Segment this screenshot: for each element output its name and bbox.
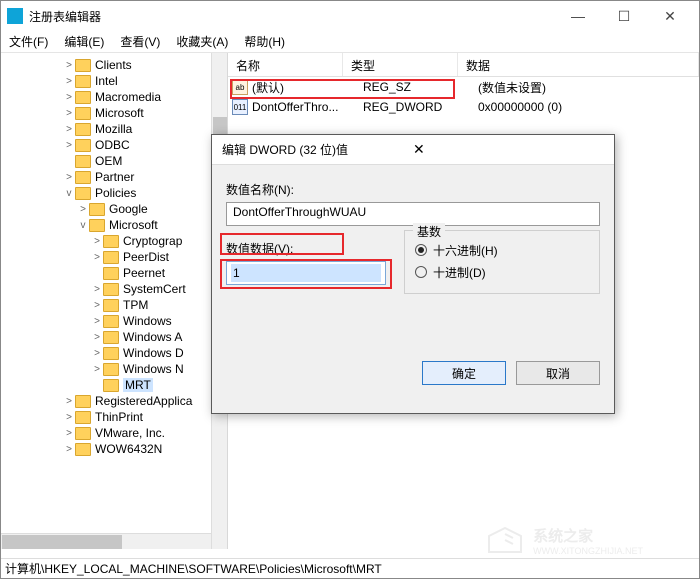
- app-icon: [7, 8, 23, 24]
- folder-icon: [75, 443, 91, 456]
- folder-icon: [75, 123, 91, 136]
- folder-icon: [103, 315, 119, 328]
- radio-dec-icon: [415, 266, 427, 278]
- column-data[interactable]: 数据: [458, 53, 699, 76]
- folder-icon: [103, 363, 119, 376]
- tree-item[interactable]: >ODBC: [1, 137, 227, 153]
- dialog-close-button[interactable]: ✕: [413, 141, 604, 158]
- data-field-wrap: [226, 261, 386, 285]
- tree-item[interactable]: Peernet: [1, 265, 227, 281]
- string-icon: ab: [232, 79, 248, 95]
- value-row[interactable]: 011DontOfferThro...REG_DWORD0x00000000 (…: [228, 97, 699, 117]
- binary-icon: 011: [232, 99, 248, 115]
- tree-item[interactable]: vPolicies: [1, 185, 227, 201]
- ok-button[interactable]: 确定: [422, 361, 506, 385]
- close-button[interactable]: ✕: [647, 1, 693, 31]
- folder-icon: [89, 203, 105, 216]
- folder-icon: [103, 379, 119, 392]
- folder-icon: [103, 331, 119, 344]
- name-label: 数值名称(N):: [226, 181, 600, 198]
- tree-item[interactable]: >Google: [1, 201, 227, 217]
- tree-scrollbar-h[interactable]: [1, 533, 211, 549]
- folder-icon: [103, 283, 119, 296]
- folder-icon: [75, 411, 91, 424]
- folder-icon: [103, 267, 119, 280]
- registry-tree[interactable]: >Clients>Intel>Macromedia>Microsoft>Mozi…: [1, 53, 228, 549]
- folder-icon: [103, 299, 119, 312]
- menu-view[interactable]: 查看(V): [120, 33, 160, 50]
- tree-item[interactable]: >Windows A: [1, 329, 227, 345]
- base-label: 基数: [413, 223, 445, 240]
- tree-item[interactable]: >VMware, Inc.: [1, 425, 227, 441]
- radio-hex-icon: [415, 244, 427, 256]
- status-bar: 计算机\HKEY_LOCAL_MACHINE\SOFTWARE\Policies…: [1, 558, 699, 578]
- tree-item[interactable]: >ThinPrint: [1, 409, 227, 425]
- tree-item[interactable]: >Clients: [1, 57, 227, 73]
- tree-item[interactable]: vMicrosoft: [1, 217, 227, 233]
- folder-icon: [75, 427, 91, 440]
- minimize-button[interactable]: —: [555, 1, 601, 31]
- menu-favorites[interactable]: 收藏夹(A): [176, 33, 228, 50]
- folder-icon: [103, 235, 119, 248]
- tree-item[interactable]: >WOW6432N: [1, 441, 227, 457]
- maximize-button[interactable]: ☐: [601, 1, 647, 31]
- title-bar: 注册表编辑器 — ☐ ✕: [1, 1, 699, 31]
- folder-icon: [75, 75, 91, 88]
- radio-dec[interactable]: 十进制(D): [415, 261, 589, 283]
- watermark: 系统之家 WWW.XITONGZHIJIA.NET: [485, 525, 643, 556]
- tree-item[interactable]: >Windows: [1, 313, 227, 329]
- folder-icon: [103, 251, 119, 264]
- data-input[interactable]: [231, 264, 381, 282]
- folder-icon: [75, 187, 91, 200]
- tree-item[interactable]: >Mozilla: [1, 121, 227, 137]
- cancel-button[interactable]: 取消: [516, 361, 600, 385]
- tree-item[interactable]: >Windows D: [1, 345, 227, 361]
- tree-item[interactable]: >Windows N: [1, 361, 227, 377]
- column-type[interactable]: 类型: [343, 53, 458, 76]
- folder-icon: [103, 347, 119, 360]
- folder-icon: [75, 139, 91, 152]
- column-name[interactable]: 名称: [228, 53, 343, 76]
- tree-item[interactable]: >RegisteredApplica: [1, 393, 227, 409]
- dialog-title: 编辑 DWORD (32 位)值: [222, 141, 413, 158]
- status-path: 计算机\HKEY_LOCAL_MACHINE\SOFTWARE\Policies…: [5, 560, 382, 577]
- tree-item[interactable]: >Intel: [1, 73, 227, 89]
- tree-item[interactable]: >Microsoft: [1, 105, 227, 121]
- folder-icon: [75, 155, 91, 168]
- tree-item[interactable]: OEM: [1, 153, 227, 169]
- tree-item[interactable]: >Macromedia: [1, 89, 227, 105]
- menu-file[interactable]: 文件(F): [9, 33, 48, 50]
- value-row[interactable]: ab(默认)REG_SZ(数值未设置): [228, 77, 699, 97]
- menu-edit[interactable]: 编辑(E): [64, 33, 104, 50]
- base-group: 基数 十六进制(H) 十进制(D): [404, 230, 600, 294]
- edit-dword-dialog: 编辑 DWORD (32 位)值 ✕ 数值名称(N): DontOfferThr…: [211, 134, 615, 414]
- folder-icon: [75, 91, 91, 104]
- tree-item[interactable]: >Cryptograp: [1, 233, 227, 249]
- radio-hex[interactable]: 十六进制(H): [415, 239, 589, 261]
- tree-item[interactable]: >Partner: [1, 169, 227, 185]
- tree-item[interactable]: >PeerDist: [1, 249, 227, 265]
- tree-item[interactable]: MRT: [1, 377, 227, 393]
- tree-item[interactable]: >TPM: [1, 297, 227, 313]
- folder-icon: [75, 395, 91, 408]
- folder-icon: [75, 59, 91, 72]
- tree-item[interactable]: >SystemCert: [1, 281, 227, 297]
- folder-icon: [75, 107, 91, 120]
- window-title: 注册表编辑器: [29, 8, 555, 25]
- menu-bar: 文件(F) 编辑(E) 查看(V) 收藏夹(A) 帮助(H): [1, 31, 699, 53]
- folder-icon: [89, 219, 105, 232]
- menu-help[interactable]: 帮助(H): [244, 33, 285, 50]
- folder-icon: [75, 171, 91, 184]
- data-label: 数值数据(V):: [226, 240, 386, 257]
